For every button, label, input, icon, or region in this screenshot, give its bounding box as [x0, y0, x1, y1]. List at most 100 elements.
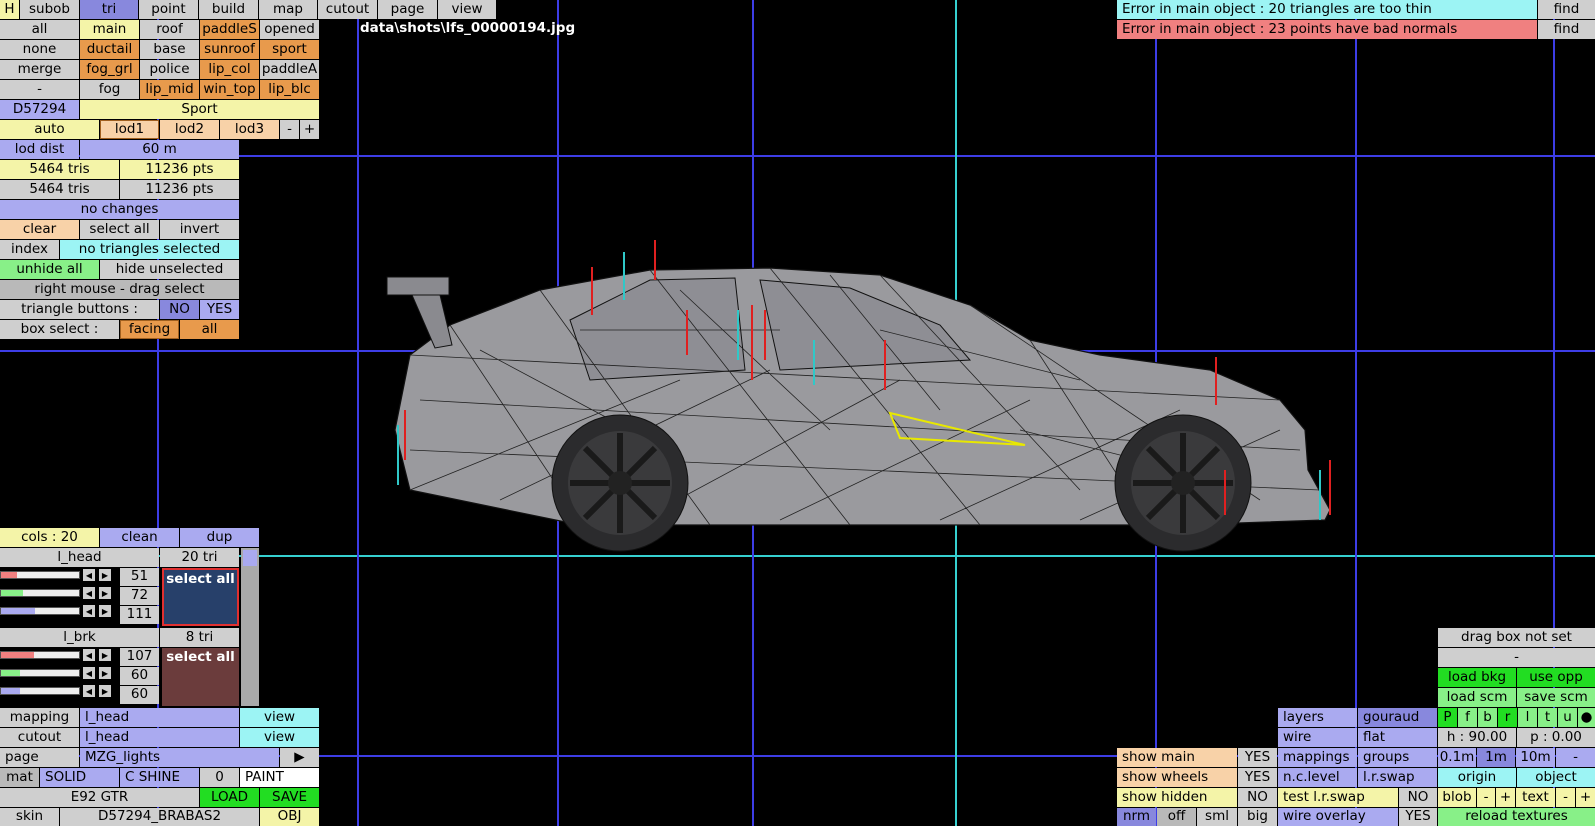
right-arrow-icon[interactable]: ▶	[99, 569, 111, 581]
red-value[interactable]: 107	[120, 648, 159, 666]
left-arrow-icon[interactable]: ◀	[83, 667, 95, 679]
triangle-buttons-no[interactable]: NO	[160, 300, 199, 319]
invert-button[interactable]: invert	[160, 220, 239, 239]
groups-button[interactable]: groups	[1358, 748, 1437, 767]
left-arrow-icon[interactable]: ◀	[83, 569, 95, 581]
find-thin-button[interactable]: find	[1538, 0, 1595, 19]
mappings-button[interactable]: mappings	[1278, 748, 1357, 767]
mat-paint-button[interactable]: PAINT	[240, 768, 319, 787]
mapping-value[interactable]: l_head	[80, 708, 239, 727]
index-button[interactable]: index	[0, 240, 59, 259]
view-front-button[interactable]: f	[1458, 708, 1477, 727]
tab-cutout[interactable]: cutout	[318, 0, 377, 19]
red-slider[interactable]	[0, 571, 80, 579]
green-slider[interactable]	[0, 589, 80, 597]
mat-cshine-button[interactable]: C SHINE	[120, 768, 199, 787]
error-bad-normals[interactable]: Error in main object : 23 points have ba…	[1117, 20, 1537, 39]
object-fog[interactable]: fog	[80, 80, 139, 99]
lod-minus-button[interactable]: -	[280, 120, 299, 139]
red-slider[interactable]	[0, 651, 80, 659]
unhide-all-button[interactable]: unhide all	[0, 260, 99, 279]
test-lr-swap-toggle[interactable]: NO	[1399, 788, 1437, 807]
off-button[interactable]: off	[1157, 808, 1196, 826]
lod-plus-button[interactable]: +	[300, 120, 319, 139]
show-hidden-toggle[interactable]: NO	[1238, 788, 1277, 807]
tab-map[interactable]: map	[259, 0, 317, 19]
object-lip-col[interactable]: lip_col	[200, 60, 259, 79]
skin-value[interactable]: D57294_BRABAS2	[60, 808, 259, 826]
tab-page[interactable]: page	[378, 0, 437, 19]
nrm-button[interactable]: nrm	[1117, 808, 1156, 826]
text-plus-button[interactable]: +	[1576, 788, 1595, 807]
color-swatch-select-all[interactable]: select all	[162, 568, 239, 626]
save-button[interactable]: SAVE	[260, 788, 319, 807]
origin-button[interactable]: origin	[1438, 768, 1516, 787]
step-minus-button[interactable]: -	[1556, 748, 1595, 767]
step-0-1m-button[interactable]: 0.1m	[1438, 748, 1476, 767]
right-arrow-icon[interactable]: ▶	[99, 605, 111, 617]
nc-level-button[interactable]: n.c.level	[1278, 768, 1357, 787]
object-fog-grl[interactable]: fog_grl	[80, 60, 139, 79]
blob-plus-button[interactable]: +	[1496, 788, 1515, 807]
clear-button[interactable]: clear	[0, 220, 79, 239]
right-arrow-icon[interactable]: ▶	[99, 587, 111, 599]
page-next-icon[interactable]: ▶	[280, 748, 319, 767]
layers-button[interactable]: layers	[1278, 708, 1357, 727]
lr-swap-button[interactable]: l.r.swap	[1358, 768, 1437, 787]
object-opened[interactable]: opened	[260, 20, 319, 39]
text-minus-button[interactable]: -	[1556, 788, 1575, 807]
use-opp-button[interactable]: use opp	[1517, 668, 1595, 687]
object-all[interactable]: all	[0, 20, 79, 39]
right-arrow-icon[interactable]: ▶	[99, 649, 111, 661]
object-paddlea[interactable]: paddleA	[260, 60, 319, 79]
view-back-button[interactable]: b	[1478, 708, 1497, 727]
right-arrow-icon[interactable]: ▶	[99, 685, 111, 697]
show-main-toggle[interactable]: YES	[1238, 748, 1277, 767]
h-button[interactable]: H	[0, 0, 19, 19]
reload-textures-button[interactable]: reload textures	[1438, 808, 1595, 826]
object-merge[interactable]: merge	[0, 60, 79, 79]
big-button[interactable]: big	[1238, 808, 1277, 826]
load-button[interactable]: LOAD	[200, 788, 259, 807]
object-win-top[interactable]: win_top	[200, 80, 259, 99]
clean-button[interactable]: clean	[100, 528, 179, 547]
color-swatch-select-all[interactable]: select all	[162, 648, 239, 706]
object-police[interactable]: police	[140, 60, 199, 79]
object-dash[interactable]: -	[0, 80, 79, 99]
object-ductail[interactable]: ductail	[80, 40, 139, 59]
step-1m-button[interactable]: 1m	[1477, 748, 1515, 767]
save-scm-button[interactable]: save scm	[1517, 688, 1595, 707]
right-arrow-icon[interactable]: ▶	[99, 667, 111, 679]
car-name[interactable]: E92 GTR	[0, 788, 199, 807]
object-lip-blc[interactable]: lip_blc	[260, 80, 319, 99]
select-all-button[interactable]: select all	[80, 220, 159, 239]
box-select-facing[interactable]: facing	[120, 320, 179, 339]
view-center-dot-icon[interactable]: ●	[1578, 708, 1595, 727]
view-under-button[interactable]: u	[1558, 708, 1577, 727]
tab-tri[interactable]: tri	[80, 0, 138, 19]
wire-overlay-toggle[interactable]: YES	[1399, 808, 1437, 826]
hide-unselected-button[interactable]: hide unselected	[100, 260, 239, 279]
tab-point[interactable]: point	[139, 0, 198, 19]
load-bkg-button[interactable]: load bkg	[1438, 668, 1516, 687]
left-arrow-icon[interactable]: ◀	[83, 605, 95, 617]
page-value[interactable]: MZG_lights	[80, 748, 279, 767]
gouraud-button[interactable]: gouraud	[1358, 708, 1437, 727]
step-10m-button[interactable]: 10m	[1516, 748, 1555, 767]
blob-minus-button[interactable]: -	[1477, 788, 1495, 807]
object-paddles[interactable]: paddleS	[200, 20, 259, 39]
view-perspective-button[interactable]: P	[1438, 708, 1457, 727]
green-value[interactable]: 72	[120, 587, 159, 605]
tab-build[interactable]: build	[199, 0, 258, 19]
find-normals-button[interactable]: find	[1538, 20, 1595, 39]
load-scm-button[interactable]: load scm	[1438, 688, 1516, 707]
red-value[interactable]: 51	[120, 568, 159, 586]
sml-button[interactable]: sml	[1197, 808, 1237, 826]
mapping-view-button[interactable]: view	[240, 708, 319, 727]
object-main[interactable]: main	[80, 20, 139, 39]
object-button[interactable]: object	[1517, 768, 1595, 787]
flat-button[interactable]: flat	[1358, 728, 1437, 747]
lod-auto-button[interactable]: auto	[0, 120, 99, 139]
blue-slider[interactable]	[0, 687, 80, 695]
blue-value[interactable]: 111	[120, 606, 159, 624]
